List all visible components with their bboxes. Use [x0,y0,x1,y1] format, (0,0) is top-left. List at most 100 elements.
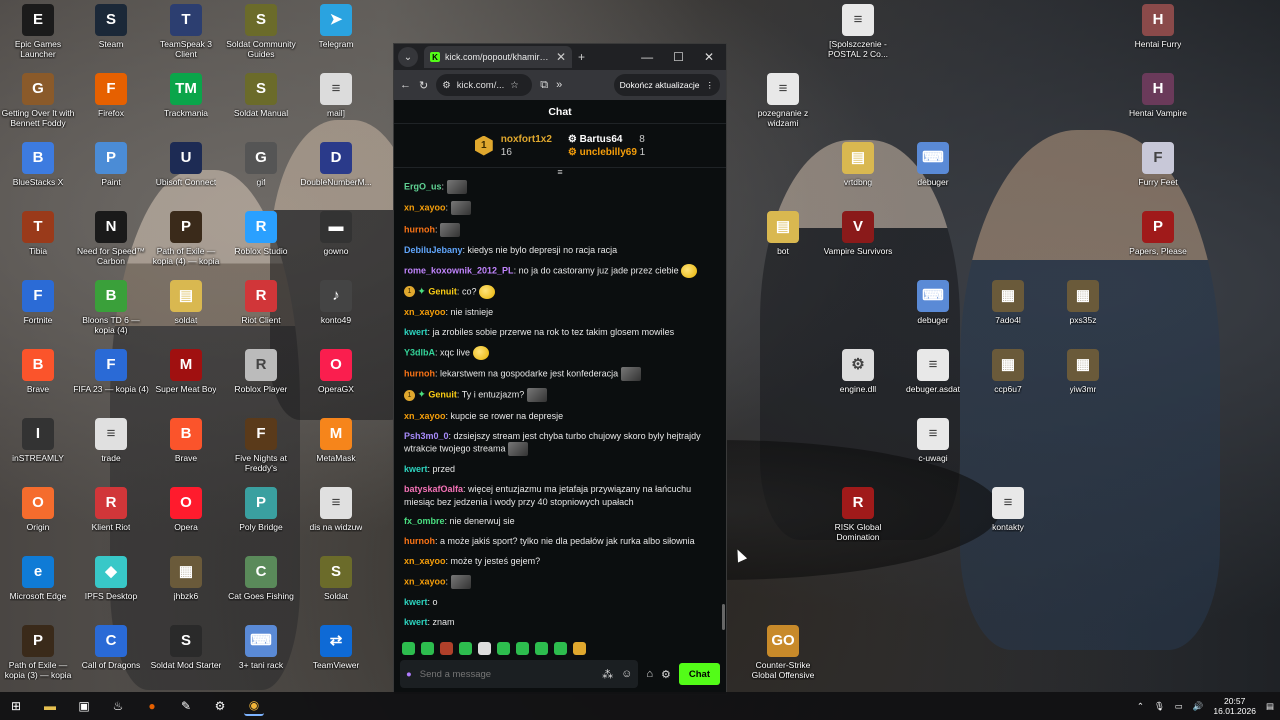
shop-icon[interactable]: ⌂ [646,668,653,680]
chat-settings-icon[interactable]: ⚙ [661,668,671,681]
firefox-taskbar-icon[interactable]: ● [142,696,162,716]
desktop-icon[interactable]: ▦ yiw3mr [1045,349,1121,415]
desktop-icon[interactable]: F Furry Feet [1120,142,1196,208]
chat-username[interactable]: DebiluJebany [404,245,463,255]
desktop-icon[interactable]: F Five Nights at Freddy's [223,418,299,484]
tray-chevron-icon[interactable]: ⌃ [1137,701,1144,712]
desktop-icon[interactable]: F Firefox [73,73,149,139]
desktop-icon[interactable]: C Cat Goes Fishing [223,556,299,622]
quick-emote[interactable] [440,642,453,655]
message-input[interactable] [419,668,595,680]
desktop-icon[interactable]: F FIFA 23 — kopia (4) [73,349,149,415]
chat-username[interactable]: xn_xayoo [404,556,446,566]
desktop-icon[interactable]: IinSTREAMLY [0,418,76,484]
volume-tray-icon[interactable]: 🔊 [1193,701,1204,712]
chat-username[interactable]: xn_xayoo [404,203,446,213]
desktop-icon[interactable]: H Hentai Furry [1120,4,1196,70]
desktop-icon[interactable]: T Tibia [0,211,76,277]
translate-icon[interactable]: ⁂ [602,668,613,681]
desktop-icon[interactable]: ≡ kontakty [970,487,1046,553]
emoji-picker-icon[interactable]: ☺ [621,668,632,680]
desktop-icon[interactable]: B Brave [148,418,224,484]
chat-username[interactable]: hurnoh [404,369,435,379]
desktop-icon[interactable]: U Ubisoft Connect [148,142,224,208]
tab-search-button[interactable]: ⌄ [398,47,418,67]
desktop-icon[interactable]: B Brave [0,349,76,415]
desktop-icon[interactable]: ≡ dis na widzuw [298,487,374,553]
desktop-icon[interactable]: GO Counter-Strike Global Offensive [745,625,821,691]
taskbar-app-icon[interactable]: ▣ [74,696,94,716]
steam-taskbar-icon[interactable]: ♨ [108,696,128,716]
desktop-icon[interactable]: S Steam [73,4,149,70]
desktop-icon[interactable]: ⚙ engine.dll [820,349,896,415]
desktop-icon[interactable]: B Bloons TD 6 — kopia (4) [73,280,149,346]
desktop-icon[interactable]: M MetaMask [298,418,374,484]
quick-emote[interactable] [573,642,586,655]
desktop-icon[interactable]: D DoubleNumberM... [298,142,374,208]
quick-emote[interactable] [421,642,434,655]
desktop-icon[interactable]: R Riot Client [223,280,299,346]
extensions-icon[interactable]: ⧉ [540,79,548,92]
quick-emote[interactable] [554,642,567,655]
desktop-icon[interactable]: ≡ [Spolszczenie - POSTAL 2 Co... [820,4,896,70]
clock[interactable]: 20:57 16.01.2026 [1213,696,1256,716]
desktop-icon[interactable]: E Epic Games Launcher [0,4,76,70]
desktop-icon[interactable]: B BlueStacks X [0,142,76,208]
maximize-button[interactable]: ☐ [673,50,684,64]
desktop-icon[interactable]: ▤ bot [745,211,821,277]
desktop-icon[interactable]: ▤ vrtdbng [820,142,896,208]
desktop-icon[interactable]: S Soldat Mod Starter [148,625,224,691]
chat-username[interactable]: hurnoh [404,224,435,234]
chat-username[interactable]: kwert [404,597,428,607]
chat-username[interactable]: kwert [404,617,428,627]
desktop-icon[interactable]: T TeamSpeak 3 Client [148,4,224,70]
new-tab-button[interactable]: + [578,50,585,64]
desktop-icon[interactable]: R Roblox Studio [223,211,299,277]
desktop-icon[interactable]: R Klient Riot [73,487,149,553]
desktop-icon[interactable]: P Papers, Please [1120,211,1196,277]
chat-username[interactable]: hurnoh [404,536,435,546]
url-field[interactable]: ⚙ kick.com/... ☆ [436,74,533,96]
gift-leaderboard[interactable]: 1 noxfort1x2 16 ⚙ Bartus64 8 ⚙ unclebill… [394,124,726,168]
desktop-icon[interactable]: ▬ gowno [298,211,374,277]
desktop-icon[interactable]: S Soldat Community Guides [223,4,299,70]
chat-username[interactable]: kwert [404,327,428,337]
chat-username[interactable]: Y3dlbA [404,347,435,357]
desktop-icon[interactable]: P Path of Exile — kopia (4) — kopia [148,211,224,277]
desktop-icon[interactable]: TM Trackmania [148,73,224,139]
network-tray-icon[interactable]: ▭ [1175,701,1183,712]
chat-username[interactable]: xn_xayoo [404,411,446,421]
start-button[interactable]: ⊞ [6,696,26,716]
desktop-icon[interactable]: N Need for Speed™ Carbon [73,211,149,277]
desktop-icon[interactable]: ≡ debuger.asdat [895,349,971,415]
desktop-icon[interactable]: ⌨ debuger [895,280,971,346]
quick-emote[interactable] [516,642,529,655]
desktop-icon[interactable]: e Microsoft Edge [0,556,76,622]
desktop-icon[interactable]: ▦ 7ado4l [970,280,1046,346]
notifications-icon[interactable]: ▤ [1266,701,1274,712]
quick-emote[interactable] [535,642,548,655]
desktop-icon[interactable]: O Origin [0,487,76,553]
desktop-icon[interactable]: ≡ mail] [298,73,374,139]
chat-username[interactable]: Genuit [428,390,457,400]
chat-username[interactable]: fx_ombre [404,516,445,526]
minimize-button[interactable]: — [641,50,653,64]
desktop-icon[interactable]: F Fortnite [0,280,76,346]
microphone-tray-icon[interactable]: 🎙 [1154,701,1165,712]
chat-username[interactable]: kwert [404,464,428,474]
chat-scrollbar[interactable] [722,604,725,630]
message-field[interactable]: ● ⁂ ☺ [400,660,639,688]
chat-username[interactable]: xn_xayoo [404,307,446,317]
more-tools-icon[interactable]: » [556,79,562,91]
desktop-icon[interactable]: H Hentai Vampire [1120,73,1196,139]
desktop-icon[interactable]: Ggif [223,142,299,208]
desktop-icon[interactable]: ≡ pozegnanie z widzami [745,73,821,139]
desktop-icon[interactable]: R Roblox Player [223,349,299,415]
chat-username[interactable]: rome_koxownik_2012_PL [404,265,514,275]
back-button[interactable]: ← [400,79,411,91]
close-tab-icon[interactable]: ✕ [556,50,566,64]
desktop-icon[interactable]: G Getting Over It with Bennett Foddy [0,73,76,139]
chat-username[interactable]: batyskafOalfa [404,484,463,494]
quick-emote[interactable] [459,642,472,655]
quick-emote[interactable] [402,642,415,655]
